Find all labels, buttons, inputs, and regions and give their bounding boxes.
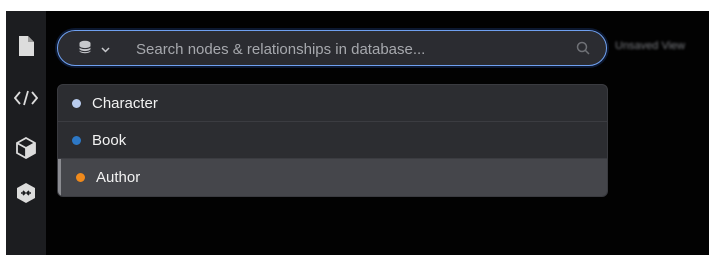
- search-icon[interactable]: [576, 41, 590, 55]
- label-color-dot: [72, 135, 81, 145]
- search-bar[interactable]: [57, 30, 607, 66]
- label-color-dot: [76, 173, 85, 182]
- label-suggestions: Character Book Author: [57, 84, 608, 197]
- cube-icon[interactable]: [11, 133, 41, 163]
- option-label: Character: [92, 94, 158, 112]
- database-select[interactable]: [78, 40, 116, 58]
- option-label: Author: [96, 169, 141, 186]
- chevron-down-icon: [101, 40, 110, 58]
- option-label: Book: [92, 131, 127, 149]
- option-author[interactable]: Author: [58, 159, 607, 196]
- label-color-dot: [72, 98, 81, 108]
- document-icon[interactable]: [11, 31, 41, 61]
- canvas-title: Unsaved View: [615, 40, 686, 52]
- code-icon[interactable]: [11, 83, 41, 113]
- app-window: Unsaved View Search nodes & relationship…: [6, 11, 709, 255]
- option-book[interactable]: Book: [58, 122, 607, 159]
- sidebar-rail: [6, 11, 46, 255]
- plugin-icon[interactable]: [11, 178, 41, 208]
- database-icon: [78, 40, 92, 59]
- search-input[interactable]: [136, 37, 556, 61]
- option-character[interactable]: Character: [58, 85, 607, 122]
